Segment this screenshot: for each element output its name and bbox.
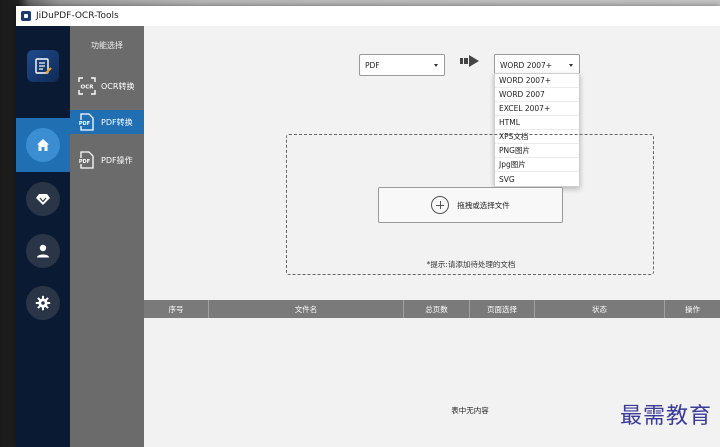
pdf-document-icon: PDF bbox=[78, 113, 96, 131]
dropzone-hint: *提示:请添加待处理的文档 bbox=[426, 260, 516, 269]
dropdown-option[interactable]: WORD 2007+ bbox=[495, 74, 579, 88]
chevron-down-icon bbox=[569, 64, 573, 67]
ocr-scan-icon: OCR bbox=[78, 77, 96, 95]
column-header-actions: 操作 bbox=[685, 304, 700, 314]
func-item-label: PDF转换 bbox=[101, 117, 133, 127]
source-format-value: PDF bbox=[365, 60, 380, 70]
dropdown-option[interactable]: HTML bbox=[495, 116, 579, 130]
home-icon bbox=[37, 139, 49, 151]
file-table-header: 序号 文件名 总页数 页面选择 状态 操作 bbox=[144, 300, 720, 318]
app-logo bbox=[27, 50, 59, 82]
func-item-pdf-convert[interactable]: PDF PDF转换 bbox=[70, 110, 144, 134]
column-header-pages: 总页数 bbox=[404, 300, 470, 318]
watermark-text: 最需教育 bbox=[619, 404, 712, 429]
func-item-label: PDF操作 bbox=[101, 155, 133, 165]
function-panel-title: 功能选择 bbox=[91, 41, 123, 50]
gear-icon bbox=[35, 295, 51, 311]
logo-document-icon bbox=[35, 58, 52, 74]
file-drop-zone[interactable]: 拖拽或选择文件 *提示:请添加待处理的文档 bbox=[286, 134, 654, 275]
title-bar: JiDuPDF-OCR-Tools bbox=[16, 6, 720, 26]
dropdown-option[interactable]: EXCEL 2007+ bbox=[495, 102, 579, 116]
window-title: JiDuPDF-OCR-Tools bbox=[36, 11, 119, 21]
diamond-icon bbox=[36, 194, 50, 205]
svg-text:PDF: PDF bbox=[79, 159, 90, 165]
nav-vip-button[interactable] bbox=[26, 182, 60, 216]
user-icon bbox=[37, 244, 49, 258]
choose-file-button[interactable]: 拖拽或选择文件 bbox=[378, 187, 563, 223]
column-header-page-select: 页面选择 bbox=[470, 300, 535, 318]
app-window: JiDuPDF-OCR-Tools 功能选择 OCR OCR转换 PDF PDF… bbox=[16, 6, 720, 447]
nav-user-button[interactable] bbox=[26, 234, 60, 268]
column-header-filename: 文件名 bbox=[209, 300, 404, 318]
dropdown-option[interactable]: WORD 2007 bbox=[495, 88, 579, 102]
main-content: PDF WORD 2007+ WORD 2007+ WORD 2007 EXCE… bbox=[144, 26, 720, 447]
nav-settings-button[interactable] bbox=[26, 286, 60, 320]
app-icon bbox=[21, 11, 31, 21]
source-format-select[interactable]: PDF bbox=[359, 54, 445, 76]
pdf-document-icon: PDF bbox=[78, 151, 96, 169]
icon-sidebar bbox=[16, 26, 70, 447]
func-item-pdf-operate[interactable]: PDF PDF操作 bbox=[70, 148, 144, 172]
func-item-label: OCR转换 bbox=[101, 81, 135, 91]
convert-arrow-icon bbox=[460, 55, 479, 67]
column-header-index: 序号 bbox=[144, 300, 209, 318]
svg-text:OCR: OCR bbox=[81, 85, 95, 91]
function-panel: 功能选择 OCR OCR转换 PDF PDF转换 PDF PDF操作 bbox=[70, 26, 144, 447]
add-circle-icon bbox=[431, 196, 450, 214]
nav-home-button[interactable] bbox=[26, 128, 60, 162]
func-item-ocr[interactable]: OCR OCR转换 bbox=[70, 74, 144, 98]
svg-text:PDF: PDF bbox=[79, 121, 90, 127]
target-format-value: WORD 2007+ bbox=[500, 60, 553, 70]
choose-file-label: 拖拽或选择文件 bbox=[457, 200, 510, 210]
column-header-status: 状态 bbox=[535, 300, 665, 318]
chevron-down-icon bbox=[434, 64, 438, 67]
